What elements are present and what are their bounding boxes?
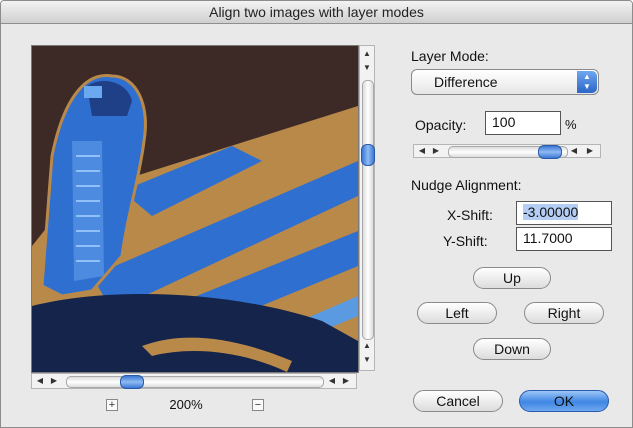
layer-mode-value: Difference	[434, 74, 498, 90]
slider-right-arrow-icon[interactable]: ▶	[430, 145, 442, 157]
x-shift-value: -3.00000	[523, 204, 579, 220]
opacity-slider-thumb[interactable]	[538, 145, 562, 159]
cancel-button[interactable]: Cancel	[413, 390, 503, 412]
preview-image	[32, 46, 358, 372]
scroll-down-arrow-icon[interactable]: ▼	[361, 354, 373, 366]
dialog-window: Align two images with layer modes ▲ ▼ ▲ …	[0, 0, 633, 428]
ok-button[interactable]: OK	[519, 390, 609, 412]
scroll-up-arrow-icon[interactable]: ▲	[361, 48, 373, 60]
slider-left-arrow-icon[interactable]: ◀	[568, 145, 580, 157]
vertical-scroll-thumb[interactable]	[361, 144, 375, 166]
zoom-out-button[interactable]: −	[252, 399, 264, 411]
horizontal-scroll-thumb[interactable]	[120, 375, 144, 389]
scroll-right-arrow-icon[interactable]: ▶	[340, 375, 352, 387]
opacity-slider[interactable]: ◀ ▶ ◀ ▶	[413, 144, 601, 159]
left-button[interactable]: Left	[417, 302, 497, 324]
layer-mode-label: Layer Mode:	[411, 48, 489, 64]
slider-left-arrow-icon[interactable]: ◀	[416, 145, 428, 157]
opacity-unit: %	[565, 117, 577, 132]
x-shift-input[interactable]: -3.00000	[516, 201, 612, 225]
opacity-label: Opacity:	[415, 117, 467, 133]
vertical-scrollbar[interactable]: ▲ ▼ ▲ ▼	[359, 45, 375, 371]
horizontal-scroll-track[interactable]	[66, 376, 324, 388]
popup-stepper-icon: ▲ ▼	[577, 71, 597, 93]
scroll-left-arrow-icon[interactable]: ◀	[326, 375, 338, 387]
scroll-down-arrow-icon[interactable]: ▼	[361, 62, 373, 74]
zoom-in-button[interactable]: +	[106, 399, 118, 411]
slider-right-arrow-icon[interactable]: ▶	[584, 145, 596, 157]
opacity-input[interactable]: 100	[485, 111, 561, 135]
layer-mode-popup[interactable]: Difference ▲ ▼	[411, 69, 599, 95]
right-button[interactable]: Right	[524, 302, 604, 324]
x-shift-label: X-Shift:	[447, 207, 493, 223]
vertical-scroll-track[interactable]	[362, 80, 374, 340]
window-title: Align two images with layer modes	[1, 1, 632, 24]
scroll-right-arrow-icon[interactable]: ▶	[48, 375, 60, 387]
up-button[interactable]: Up	[473, 267, 551, 289]
y-shift-label: Y-Shift:	[443, 233, 488, 249]
y-shift-input[interactable]: 11.7000	[516, 227, 612, 251]
horizontal-scrollbar[interactable]: ◀ ▶ ◀ ▶	[31, 373, 357, 389]
zoom-level: 200%	[169, 397, 203, 412]
image-preview[interactable]	[31, 45, 359, 373]
scroll-up-arrow-icon[interactable]: ▲	[361, 340, 373, 352]
nudge-heading: Nudge Alignment:	[411, 177, 522, 193]
scroll-left-arrow-icon[interactable]: ◀	[34, 375, 46, 387]
down-button[interactable]: Down	[473, 338, 551, 360]
